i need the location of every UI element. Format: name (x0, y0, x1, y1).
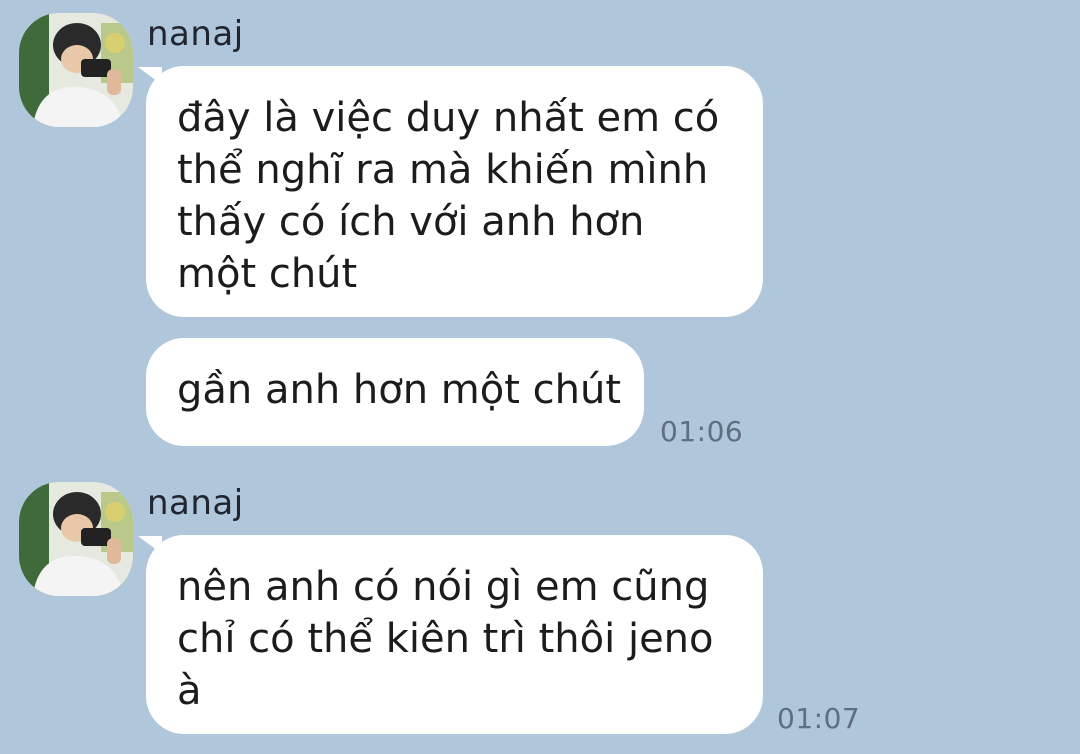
message-bubble[interactable]: đây là việc duy nhất em có thể nghĩ ra m… (146, 66, 763, 317)
sender-name: nanaj (147, 483, 244, 523)
message-text: gần anh hơn một chút (177, 367, 622, 413)
sender-avatar[interactable] (19, 482, 133, 596)
message-timestamp: 01:06 (660, 415, 744, 448)
avatar-photo-icon (19, 13, 133, 127)
message-bubble[interactable]: nên anh có nói gì em cũng chỉ có thể kiê… (146, 535, 763, 734)
avatar-photo-icon (19, 482, 133, 596)
sender-name: nanaj (147, 14, 244, 54)
message-timestamp: 01:07 (777, 702, 861, 735)
message-text: đây là việc duy nhất em có thể nghĩ ra m… (177, 95, 720, 297)
sender-avatar[interactable] (19, 13, 133, 127)
chat-thread: nanaj đây là việc duy nhất em có thể ngh… (0, 0, 1080, 754)
message-bubble[interactable]: gần anh hơn một chút (146, 338, 644, 446)
message-text: nên anh có nói gì em cũng chỉ có thể kiê… (177, 564, 714, 714)
